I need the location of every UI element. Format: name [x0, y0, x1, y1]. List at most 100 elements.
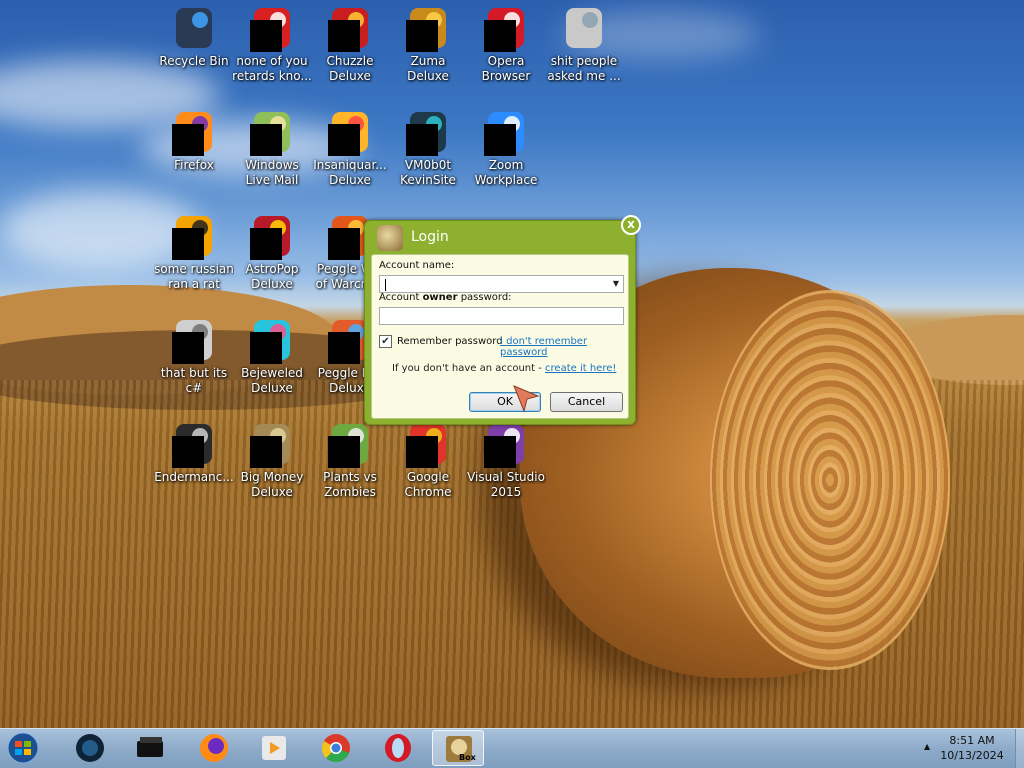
folder-icon — [560, 4, 608, 52]
redaction-box — [406, 124, 438, 156]
chrome-icon — [404, 420, 452, 468]
desktop-icon[interactable]: Google Chrome — [388, 420, 468, 500]
redaction-box — [172, 228, 204, 260]
remember-password-label[interactable]: Remember password — [397, 336, 503, 347]
desktop-icon[interactable]: Zoom Workplace — [466, 108, 546, 188]
desktop-icon[interactable]: Bejeweled Deluxe — [232, 316, 312, 396]
dialog-titlebar[interactable]: Login — [365, 221, 635, 253]
desktop-icon[interactable]: shit people asked me ... — [544, 4, 624, 84]
redaction-box — [406, 436, 438, 468]
mail-icon — [248, 108, 296, 156]
redaction-box — [484, 124, 516, 156]
create-account-link[interactable]: create it here! — [545, 363, 616, 374]
desktop-icon-label: Google Chrome — [404, 470, 452, 499]
redaction-box — [172, 124, 204, 156]
redaction-box — [250, 436, 282, 468]
chuzzle-icon — [326, 4, 374, 52]
desktop-icon[interactable]: none of you retards kno... — [232, 4, 312, 84]
password-label: Account owner password: — [379, 292, 512, 303]
desktop-icon-label: Endermanc... — [154, 470, 234, 484]
show-desktop-button[interactable] — [1015, 729, 1024, 768]
redaction-box — [328, 124, 360, 156]
dropdown-arrow-icon[interactable]: ▼ — [613, 279, 619, 288]
windows-orb-icon — [6, 731, 40, 765]
password-field[interactable] — [379, 307, 624, 325]
desktop-icon-label: shit people asked me ... — [547, 54, 621, 83]
password-label-bold: owner — [422, 292, 458, 303]
recycle-bin-icon — [170, 4, 218, 52]
taskbar-item-opera[interactable] — [372, 730, 424, 766]
no-account-text: If you don't have an account - create it… — [392, 363, 616, 374]
taskbar-item-sandbox[interactable]: Box — [432, 730, 484, 766]
desktop-icon[interactable]: that but its c# — [154, 316, 234, 396]
desktop-icon[interactable]: some russian ran a rat — [154, 212, 234, 292]
desktop-icon[interactable]: Zuma Deluxe — [388, 4, 468, 84]
redaction-box — [484, 20, 516, 52]
dialog-title: Login — [411, 229, 449, 245]
desktop-icon-label: AstroPop Deluxe — [245, 262, 299, 291]
opera-icon — [383, 733, 413, 763]
redaction-box — [250, 124, 282, 156]
opera-icon — [482, 4, 530, 52]
taskbar-item-orb-app[interactable] — [64, 730, 116, 766]
desktop-icon-label: Zoom Workplace — [474, 158, 538, 187]
desktop-icon[interactable]: Firefox — [154, 108, 234, 188]
desktop-icon-label: Zuma Deluxe — [407, 54, 449, 83]
desktop-icon[interactable]: Plants vs Zombies — [310, 420, 390, 500]
password-label-pre: Account — [379, 292, 423, 303]
taskbar-item-firefox[interactable] — [188, 730, 240, 766]
vm-icon — [404, 108, 452, 156]
text-caret — [385, 279, 386, 291]
password-label-post: password: — [457, 292, 512, 303]
taskbar-item-media[interactable] — [248, 730, 300, 766]
desktop-icon-label: Visual Studio 2015 — [467, 470, 545, 499]
redaction-box — [484, 436, 516, 468]
clock-date: 10/13/2024 — [940, 749, 1004, 762]
bejeweled-icon — [248, 316, 296, 364]
cancel-button[interactable]: Cancel — [550, 392, 623, 412]
desktop-icon[interactable]: Visual Studio 2015 — [466, 420, 546, 500]
firefox-icon — [170, 108, 218, 156]
desktop-icon[interactable]: Recycle Bin — [154, 4, 234, 84]
visual-studio-icon — [482, 420, 530, 468]
chrome-icon — [321, 733, 351, 763]
taskbar-item-chrome[interactable] — [310, 730, 362, 766]
black-box-icon — [135, 733, 165, 763]
astropop-icon — [248, 212, 296, 260]
desktop-icon[interactable]: VM0b0t KevinSite — [388, 108, 468, 188]
mouse-cursor-icon — [513, 385, 540, 413]
desktop-icon[interactable]: Chuzzle Deluxe — [310, 4, 390, 84]
taskbar-item-label: Box — [459, 753, 476, 762]
desktop-icon-label: Insaniquar... Deluxe — [313, 158, 387, 187]
no-account-prefix: If you don't have an account - — [392, 363, 546, 374]
login-dialog: Login x Account name: ▼ Account owner pa… — [364, 215, 641, 425]
zuma-icon — [404, 4, 452, 52]
desktop-icon-label: that but its c# — [160, 366, 228, 395]
desktop-icon-label: some russian ran a rat — [154, 262, 234, 291]
redaction-box — [250, 228, 282, 260]
desktop-icon-label: Windows Live Mail — [245, 158, 299, 187]
desktop-icon[interactable]: Opera Browser — [466, 4, 546, 84]
taskbar-item-black-box[interactable] — [124, 730, 176, 766]
forgot-password-link[interactable]: I don't remember password — [500, 336, 628, 358]
shortcut-stack-icon — [170, 316, 218, 364]
desktop-icon[interactable]: Insaniquar... Deluxe — [310, 108, 390, 188]
account-name-combobox[interactable]: ▼ — [379, 275, 624, 293]
pvz-icon — [326, 420, 374, 468]
redaction-box — [328, 228, 360, 260]
desktop-icon[interactable]: Big Money Deluxe — [232, 420, 312, 500]
dialog-body: Account name: ▼ Account owner password: … — [371, 254, 629, 419]
remember-password-checkbox[interactable]: ✔ — [379, 335, 392, 348]
start-button[interactable] — [0, 730, 52, 766]
desktop-icon-label: Opera Browser — [481, 54, 531, 83]
redaction-box — [328, 332, 360, 364]
desktop-icon[interactable]: Windows Live Mail — [232, 108, 312, 188]
desktop-icon-label: Firefox — [174, 158, 214, 172]
redaction-box — [328, 436, 360, 468]
system-clock[interactable]: 8:51 AM 10/13/2024 — [930, 733, 1014, 763]
close-button[interactable]: x — [621, 215, 641, 235]
desktop-icon-label: Big Money Deluxe — [240, 470, 304, 499]
dark-orb-icon — [75, 733, 105, 763]
desktop-icon[interactable]: Endermanc... — [154, 420, 234, 500]
desktop-icon[interactable]: AstroPop Deluxe — [232, 212, 312, 292]
